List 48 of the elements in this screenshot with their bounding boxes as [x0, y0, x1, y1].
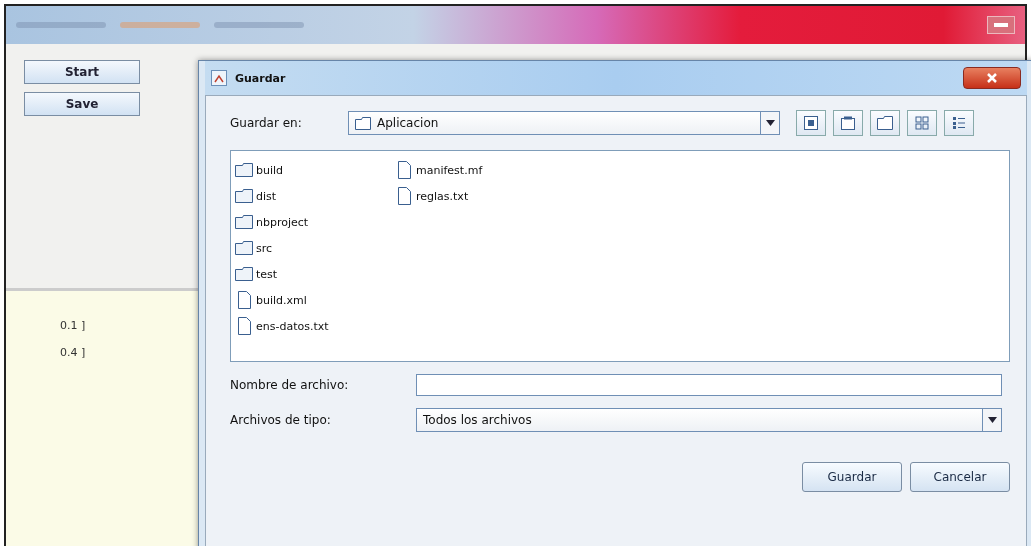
- close-button[interactable]: [963, 67, 1021, 89]
- save-in-label: Guardar en:: [230, 116, 303, 130]
- file-type-dropdown[interactable]: Todos los archivos: [416, 408, 1002, 432]
- file-name-label: Nombre de archivo:: [230, 378, 350, 392]
- minimize-icon: [994, 23, 1008, 27]
- folder-icon: [235, 241, 253, 255]
- file-item[interactable]: build.xml: [235, 287, 307, 313]
- file-item[interactable]: dist: [235, 183, 277, 209]
- caret-icon: [765, 120, 775, 126]
- home-icon: [841, 116, 855, 130]
- details-view-icon: [952, 116, 966, 130]
- folder-icon: [235, 163, 253, 177]
- panel-button[interactable]: Start: [24, 60, 140, 84]
- folder-icon: [235, 215, 253, 229]
- file-item[interactable]: test: [235, 261, 278, 287]
- details-view-button[interactable]: [944, 110, 974, 136]
- list-view-button[interactable]: [907, 110, 937, 136]
- panel-button[interactable]: Save: [24, 92, 140, 116]
- folder-icon: [235, 189, 253, 203]
- square-icon: [804, 116, 818, 130]
- caret-icon: [987, 417, 997, 423]
- dialog-title: Guardar: [235, 71, 286, 85]
- folder-icon: [355, 116, 371, 130]
- file-item[interactable]: ens-datos.txt: [235, 313, 329, 339]
- new-folder-icon: [877, 116, 893, 130]
- app-icon: [211, 70, 227, 86]
- file-item[interactable]: reglas.txt: [395, 183, 469, 209]
- grid-view-icon: [915, 116, 929, 130]
- folder-icon: [235, 267, 253, 281]
- file-icon: [395, 187, 413, 205]
- value-text: 0.4 ]: [60, 346, 86, 359]
- dialog-button[interactable]: Cancelar: [910, 462, 1010, 492]
- close-icon: [986, 72, 998, 84]
- file-item[interactable]: build: [235, 157, 284, 183]
- file-name-field[interactable]: [416, 374, 1002, 396]
- up-folder-button[interactable]: [796, 110, 826, 136]
- dialog-button[interactable]: Guardar: [802, 462, 902, 492]
- file-icon: [235, 317, 253, 335]
- file-item[interactable]: manifest.mf: [395, 157, 483, 183]
- value-text: 0.1 ]: [60, 319, 86, 332]
- folder-dropdown[interactable]: Aplicacion: [348, 111, 780, 135]
- new-folder-button[interactable]: [870, 110, 900, 136]
- minimize-button[interactable]: [987, 16, 1015, 34]
- file-type-label: Archivos de tipo:: [230, 413, 332, 427]
- file-item[interactable]: nbproject: [235, 209, 309, 235]
- home-button[interactable]: [833, 110, 863, 136]
- file-item[interactable]: src: [235, 235, 273, 261]
- file-icon: [395, 161, 413, 179]
